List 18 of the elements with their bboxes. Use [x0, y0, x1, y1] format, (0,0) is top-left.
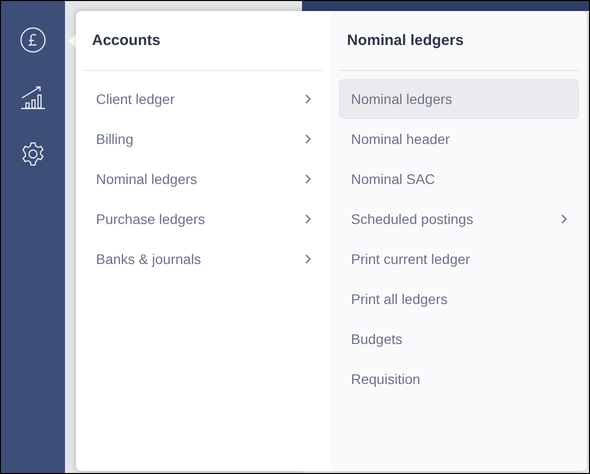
settings-icon[interactable] — [20, 141, 46, 167]
menu-item[interactable]: Purchase ledgers — [84, 199, 323, 239]
pound-coin-icon[interactable] — [20, 27, 46, 53]
growth-chart-icon[interactable] — [20, 84, 46, 110]
menu-heading: Nominal ledgers — [339, 11, 579, 71]
menu-item[interactable]: Billing — [84, 119, 323, 159]
menu-item[interactable]: Requisition — [339, 359, 579, 399]
menu-heading: Accounts — [84, 11, 323, 71]
menu-item[interactable]: Print current ledger — [339, 239, 579, 279]
menu-item[interactable]: Budgets — [339, 319, 579, 359]
menu-item[interactable]: Nominal header — [339, 119, 579, 159]
menu-item[interactable]: Nominal SAC — [339, 159, 579, 199]
menu-item[interactable]: Banks & journals — [84, 239, 323, 279]
menu-item[interactable]: Client ledger — [84, 79, 323, 119]
menu-item[interactable]: Scheduled postings — [339, 199, 579, 239]
menu-item[interactable]: Print all ledgers — [339, 279, 579, 319]
menu-item[interactable]: Nominal ledgers — [84, 159, 323, 199]
menu-item[interactable]: Nominal ledgers — [339, 79, 579, 119]
